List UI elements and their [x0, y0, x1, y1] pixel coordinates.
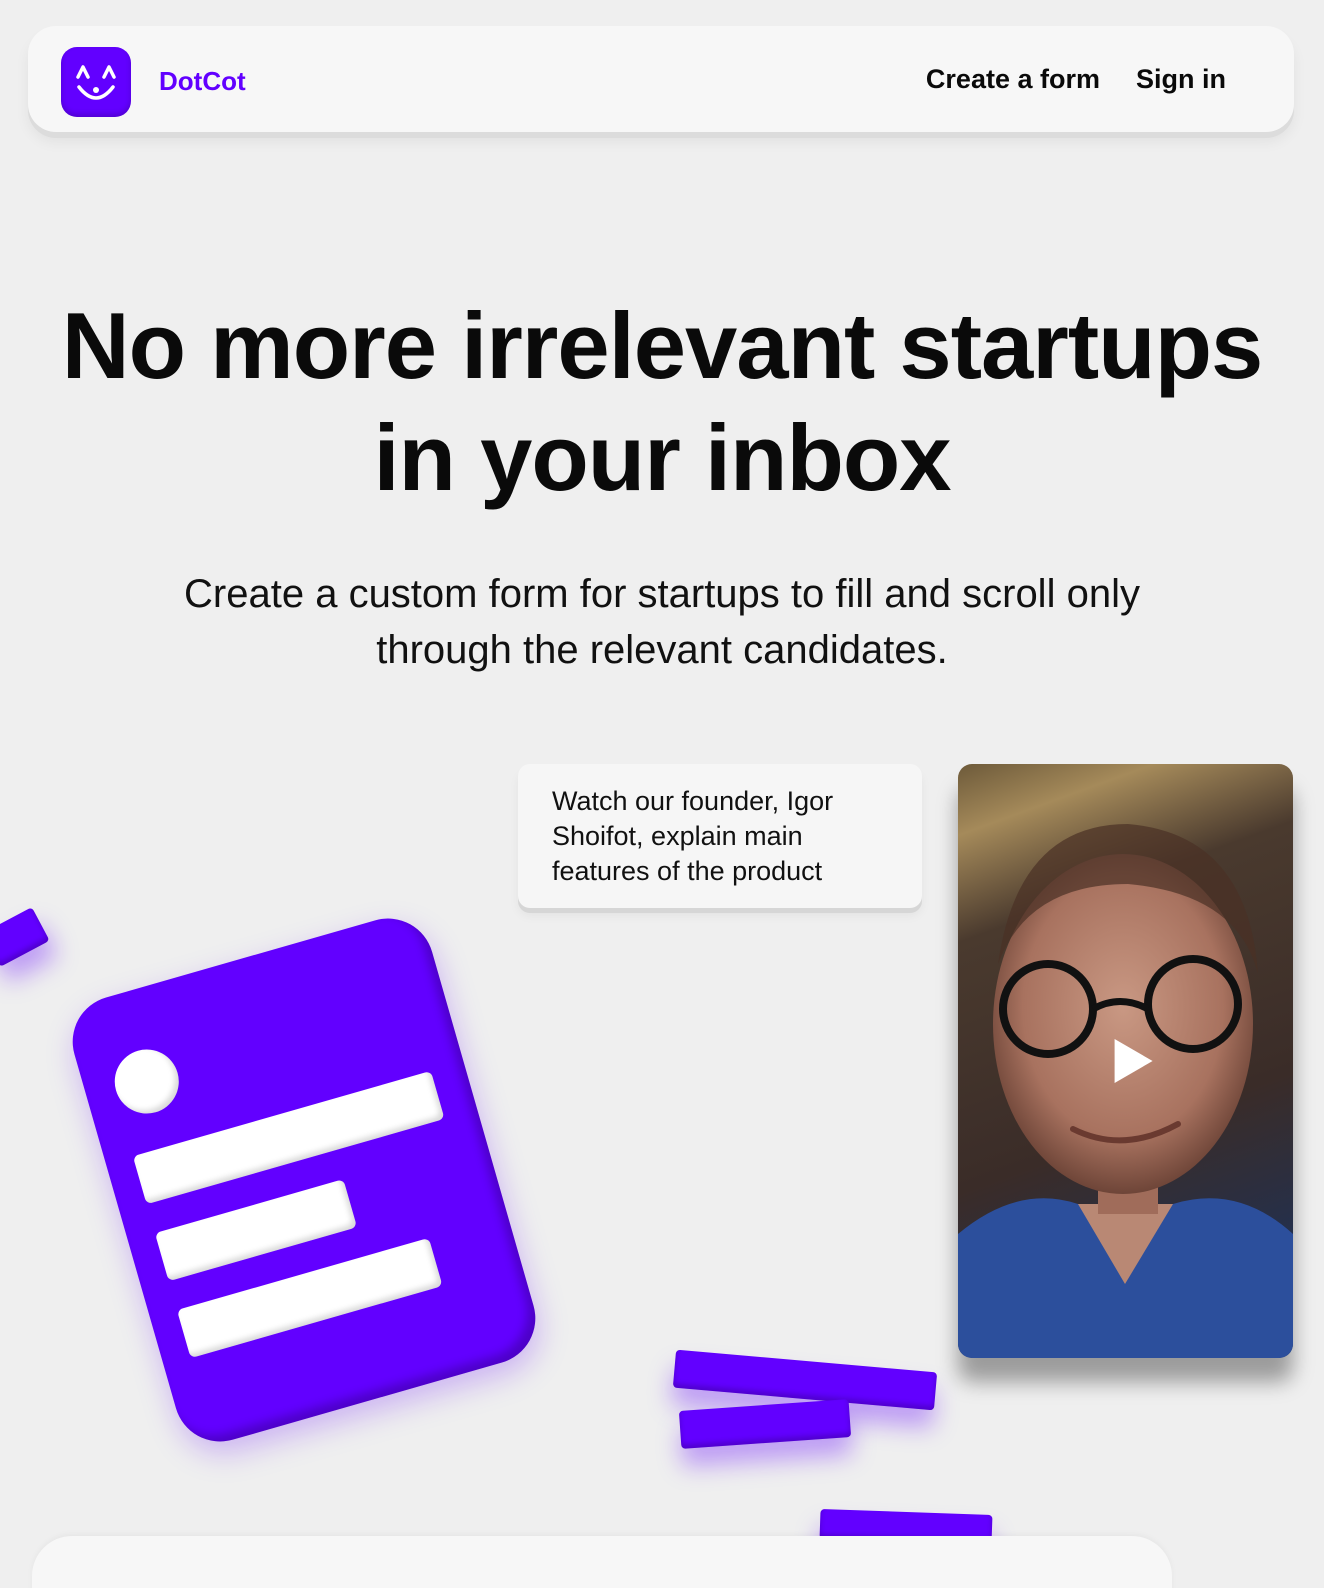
- hero-headline: No more irrelevant startups in your inbo…: [61, 293, 1264, 510]
- page: DotCot Create a form Sign in No more irr…: [0, 0, 1324, 1588]
- decorative-bar: [0, 907, 50, 967]
- brand-logo-icon[interactable]: [61, 47, 131, 117]
- next-section-card: [32, 1536, 1172, 1588]
- nav-links: Create a form Sign in: [926, 64, 1226, 95]
- brand-name[interactable]: DotCot: [159, 66, 246, 97]
- create-form-link[interactable]: Create a form: [926, 64, 1100, 95]
- hero-subtitle: Create a custom form for startups to fil…: [184, 572, 1140, 672]
- form-illustration: [61, 907, 547, 1453]
- sign-in-link[interactable]: Sign in: [1136, 64, 1226, 95]
- founder-video-player[interactable]: [958, 764, 1293, 1358]
- form-line: [132, 1070, 445, 1205]
- top-navbar: DotCot Create a form Sign in: [28, 26, 1294, 132]
- founder-video-caption: Watch our founder, Igor Shoifot, explain…: [518, 764, 922, 908]
- smiling-cat-face-icon: [76, 65, 116, 100]
- decorative-bar: [678, 1399, 852, 1449]
- play-icon[interactable]: [1114, 1039, 1153, 1083]
- form-avatar-dot: [107, 1041, 187, 1122]
